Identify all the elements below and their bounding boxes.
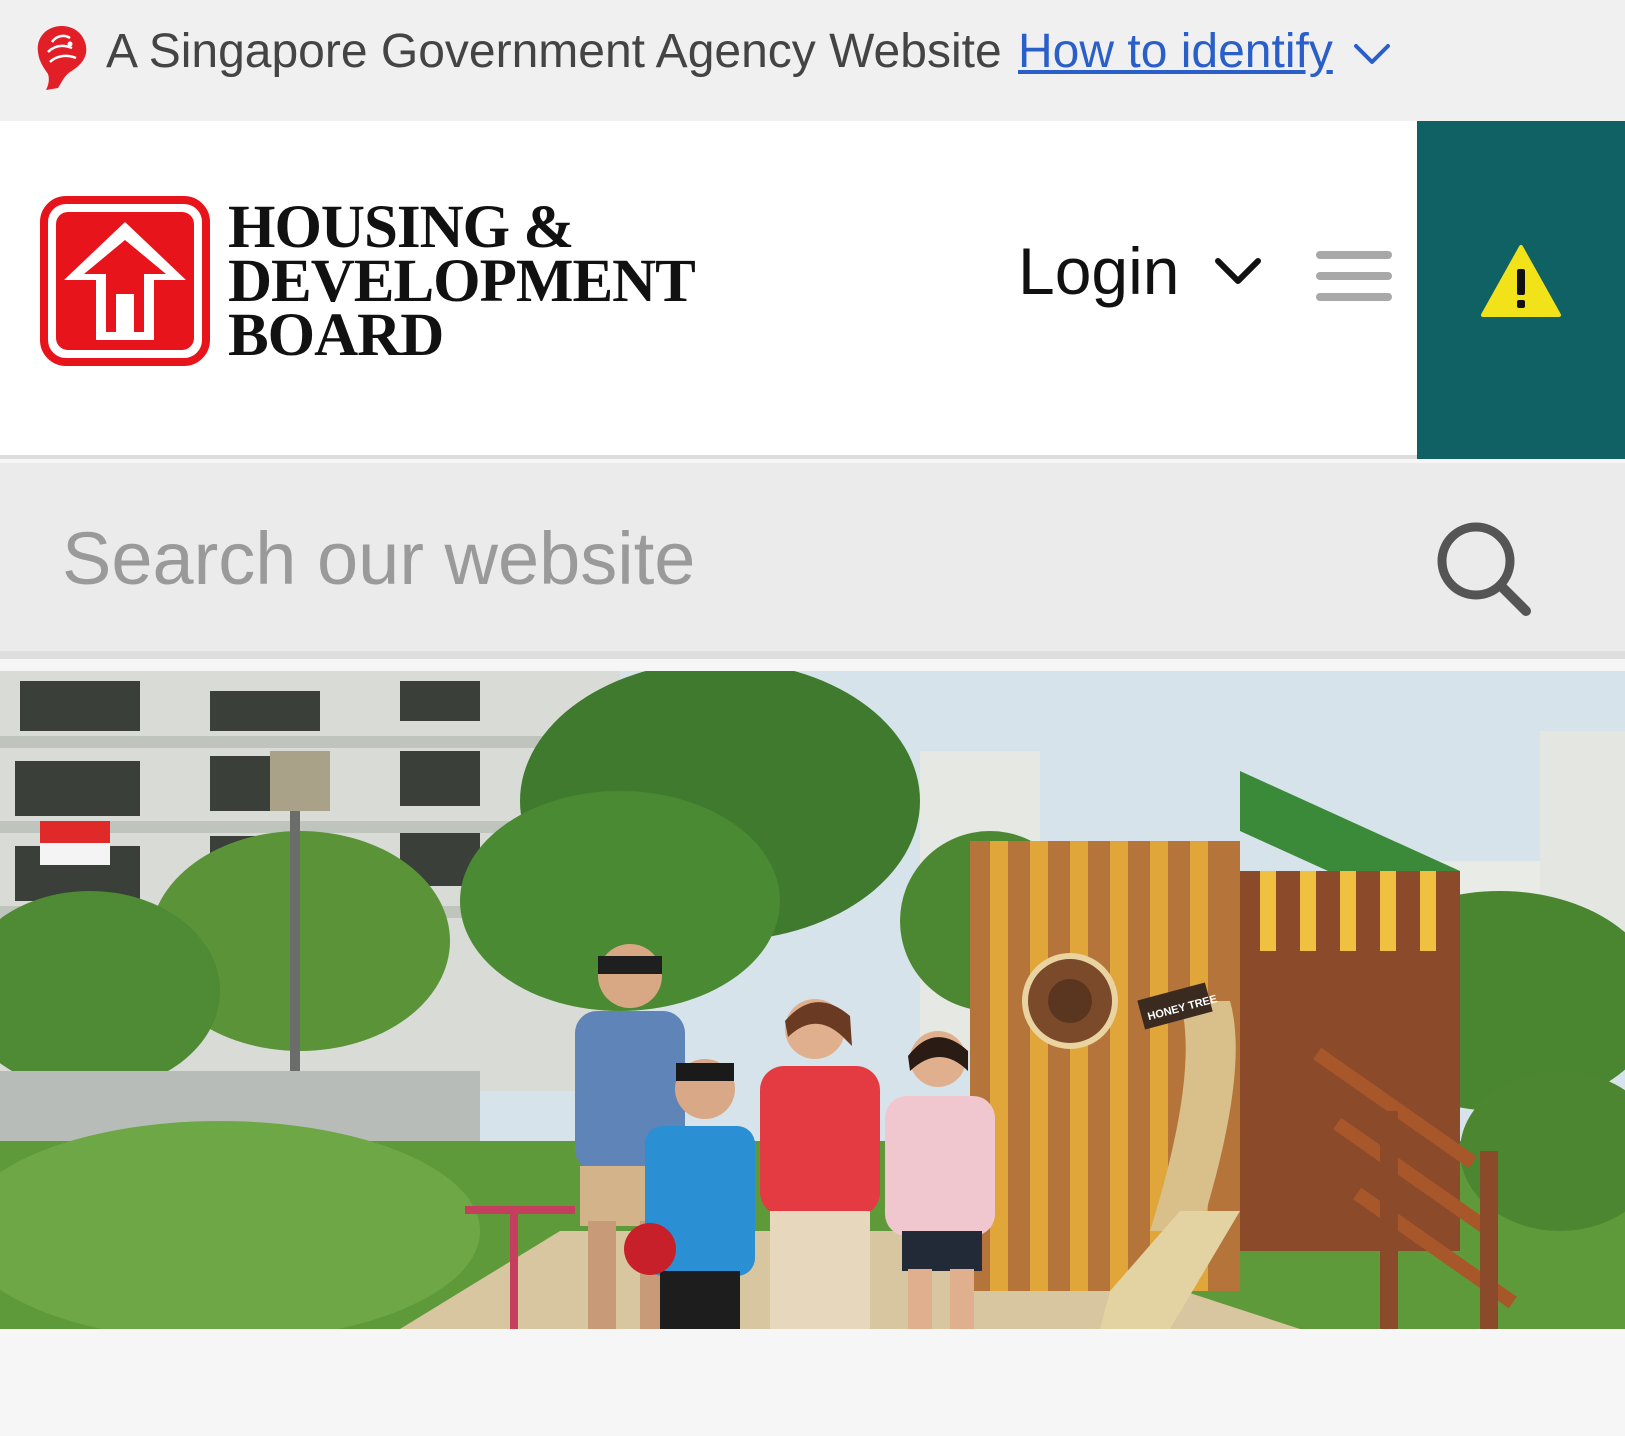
hdb-house-logo [40,196,210,366]
page-bottom-area [0,1329,1625,1436]
gov-masthead: A Singapore Government Agency Website Ho… [0,0,1625,121]
chevron-down-icon[interactable] [1352,38,1392,68]
gov-agency-text: A Singapore Government Agency Website [106,25,1002,78]
hero-banner-image: HONEY TREE [0,671,1625,1329]
site-header: HOUSING & DEVELOPMENT BOARD Login [0,121,1625,459]
search-bar [0,463,1625,659]
hdb-logo-text: HOUSING & DEVELOPMENT BOARD [228,194,696,369]
merlion-icon [37,26,87,90]
hero-illustration: HONEY TREE [0,671,1625,1329]
logo-line-1: HOUSING & [228,194,574,261]
warning-icon [1481,245,1561,317]
alert-button[interactable] [1417,121,1625,459]
how-to-identify-link[interactable]: How to identify [1018,24,1333,79]
login-button[interactable]: Login [1018,233,1180,309]
search-icon[interactable] [1434,519,1534,619]
logo-line-3: BOARD [228,302,444,369]
hamburger-icon[interactable] [1316,251,1392,305]
hdb-logo-link[interactable]: HOUSING & DEVELOPMENT BOARD [0,121,760,459]
chevron-down-icon[interactable] [1212,251,1264,291]
search-input[interactable] [60,503,1360,613]
logo-line-2: DEVELOPMENT [228,248,696,315]
